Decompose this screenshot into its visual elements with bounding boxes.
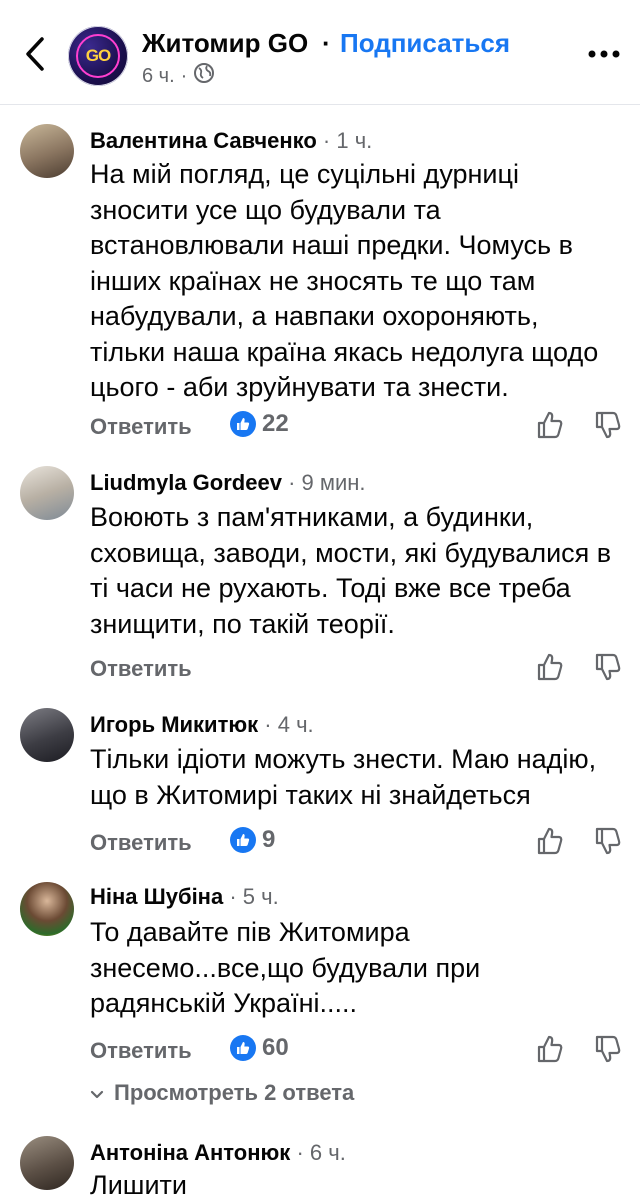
header-separator: · [322, 28, 331, 58]
comment-actions: Ответить [90, 652, 630, 686]
page-name[interactable]: Житомир GO [142, 28, 308, 59]
like-icon [230, 1035, 256, 1061]
comment-actions: Ответить 22 [90, 410, 630, 444]
post-time: 6 ч. [142, 64, 175, 87]
comment-time: · 9 мин. [281, 470, 366, 495]
comment-author-line: Игорь Микитюк · 4 ч. [90, 712, 314, 738]
comment-time: · 4 ч. [258, 712, 314, 737]
thumbs-up-icon[interactable] [536, 652, 564, 682]
like-icon [230, 411, 256, 437]
comment-text: То давайте пів Житомира знесемо...все,що… [90, 917, 481, 1018]
comment-time: · 5 ч. [223, 884, 279, 909]
thumbs-up-icon[interactable] [536, 1034, 564, 1064]
like-count[interactable]: 22 [230, 410, 289, 438]
more-options-icon[interactable] [586, 44, 622, 64]
comment-author[interactable]: Антоніна Антонюк [90, 1140, 290, 1165]
comment-author[interactable]: Ніна Шубіна [90, 884, 223, 909]
thumbs-down-icon[interactable] [594, 410, 622, 440]
reply-button[interactable]: Ответить [90, 830, 192, 856]
comment-author-line: Ніна Шубіна · 5 ч. [90, 884, 279, 910]
comment-text: Воюють з пам'ятниками, а будинки, сховищ… [90, 502, 612, 639]
comment-author[interactable]: Liudmyla Gordeev [90, 470, 282, 495]
avatar[interactable] [20, 882, 74, 936]
comment-time: · 1 ч. [316, 128, 373, 153]
thumbs-up-icon[interactable] [536, 410, 564, 440]
comment-text: Тільки ідіоти можуть знести. Маю надію, … [90, 744, 597, 810]
globe-icon [193, 62, 215, 90]
avatar[interactable] [20, 466, 74, 520]
back-chevron-icon[interactable] [20, 36, 50, 72]
comment-author-line: Валентина Савченко · 1 ч. [90, 128, 372, 154]
follow-button[interactable]: Подписаться [340, 28, 510, 59]
like-count[interactable]: 60 [230, 1034, 289, 1062]
like-count-value: 60 [262, 1034, 289, 1061]
thumbs-down-icon[interactable] [594, 826, 622, 856]
comment-actions: Ответить 9 [90, 826, 630, 860]
comment-author-line: Liudmyla Gordeev · 9 мин. [90, 470, 366, 496]
comment-author[interactable]: Игорь Микитюк [90, 712, 258, 737]
reply-button[interactable]: Ответить [90, 414, 192, 440]
post-header: GO Житомир GO · Подписаться 6 ч. · [0, 0, 640, 105]
avatar[interactable] [20, 124, 74, 178]
thumbs-down-icon[interactable] [594, 1034, 622, 1064]
avatar[interactable] [20, 708, 74, 762]
post-meta: 6 ч. · [142, 62, 215, 90]
thumbs-up-icon[interactable] [536, 826, 564, 856]
comment-text: На мій погляд, це суцільні дурниці зноси… [90, 159, 599, 402]
avatar[interactable] [20, 1136, 74, 1190]
comment-actions: Ответить 60 [90, 1034, 630, 1068]
like-count-value: 22 [262, 410, 289, 437]
like-count-value: 9 [262, 826, 276, 853]
reply-button[interactable]: Ответить [90, 1038, 192, 1064]
page-avatar[interactable]: GO [68, 26, 128, 86]
chevron-down-icon [90, 1080, 104, 1106]
like-count[interactable]: 9 [230, 826, 275, 854]
thumbs-down-icon[interactable] [594, 652, 622, 682]
comment-author-line: Антоніна Антонюк · 6 ч. [90, 1140, 346, 1166]
like-icon [230, 827, 256, 853]
comment-author[interactable]: Валентина Савченко [90, 128, 317, 153]
comment-time: · 6 ч. [290, 1140, 346, 1165]
view-replies-label: Просмотреть 2 ответа [114, 1080, 355, 1105]
comment-text: Лишити [90, 1170, 187, 1200]
reply-button[interactable]: Ответить [90, 656, 192, 682]
meta-separator: · [180, 64, 188, 87]
page-logo: GO [76, 34, 120, 78]
view-replies-button[interactable]: Просмотреть 2 ответа [90, 1080, 354, 1106]
